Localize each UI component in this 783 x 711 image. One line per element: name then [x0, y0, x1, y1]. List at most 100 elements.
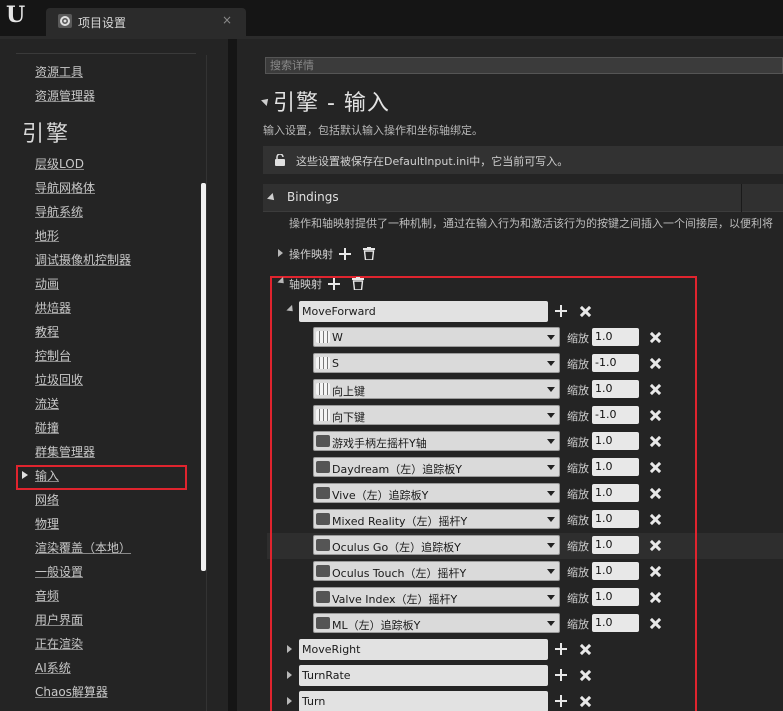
add-key-plus-icon[interactable]	[555, 305, 567, 317]
sidebar-item[interactable]: AI系统	[35, 659, 71, 676]
expand-arrow-icon[interactable]	[287, 697, 292, 705]
key-selector-dropdown[interactable]: 向上键	[313, 379, 560, 399]
scale-input[interactable]: 1.0	[592, 458, 639, 476]
remove-key-x-icon[interactable]	[650, 618, 661, 629]
key-selector-dropdown[interactable]: Mixed Reality（左）摇杆Y	[313, 509, 560, 529]
sidebar-item[interactable]: 碰撞	[35, 419, 59, 436]
key-selector-dropdown[interactable]: Valve Index（左）摇杆Y	[313, 587, 560, 607]
bindings-category-header[interactable]: Bindings	[263, 184, 783, 212]
key-selector-dropdown[interactable]: 向下键	[313, 405, 560, 425]
sidebar-item[interactable]: 烘焙器	[35, 299, 71, 316]
sidebar-item[interactable]: 教程	[35, 323, 59, 340]
pane-splitter[interactable]	[228, 39, 237, 711]
key-selector-dropdown[interactable]: Oculus Go（左）追踪板Y	[313, 535, 560, 555]
add-key-plus-icon[interactable]	[555, 669, 567, 681]
sidebar-scrollbar[interactable]	[201, 183, 206, 571]
key-selector-dropdown[interactable]: S	[313, 353, 560, 373]
sidebar-item[interactable]: 导航系统	[35, 203, 83, 220]
add-action-mapping-plus-icon[interactable]	[339, 248, 351, 260]
sidebar-item[interactable]: 调试摄像机控制器	[35, 251, 131, 268]
remove-key-x-icon[interactable]	[650, 462, 661, 473]
key-name: Oculus Touch（左）摇杆Y	[332, 567, 467, 580]
sidebar-item[interactable]: 物理	[35, 515, 59, 532]
scale-input[interactable]: 1.0	[592, 562, 639, 580]
action-mappings-label: 操作映射	[289, 248, 333, 261]
axis-mapping-name-field[interactable]: Turn	[299, 691, 548, 711]
scale-input[interactable]: 1.0	[592, 510, 639, 528]
scale-input[interactable]: -1.0	[592, 354, 639, 372]
expand-arrow-icon[interactable]	[287, 645, 292, 653]
remove-mapping-x-icon[interactable]	[580, 670, 591, 681]
sidebar-item[interactable]: 正在渲染	[35, 635, 83, 652]
dropdown-caret-icon	[547, 621, 555, 626]
sidebar-item[interactable]: 一般设置	[35, 563, 83, 580]
remove-mapping-x-icon[interactable]	[580, 306, 591, 317]
sidebar-item[interactable]: 资源管理器	[35, 87, 95, 104]
add-key-plus-icon[interactable]	[555, 695, 567, 707]
key-name: 向上键	[332, 385, 365, 398]
keyboard-icon	[316, 409, 330, 421]
axis-mapping-name-field[interactable]: TurnRate	[299, 665, 548, 686]
remove-mapping-x-icon[interactable]	[580, 696, 591, 707]
tab-close-icon[interactable]: ×	[222, 13, 232, 27]
sidebar-item[interactable]: 导航网格体	[35, 179, 95, 196]
sidebar-item[interactable]: 控制台	[35, 347, 71, 364]
gamepad-icon	[316, 435, 330, 447]
search-details-input[interactable]: 搜索详情	[265, 57, 783, 74]
remove-key-x-icon[interactable]	[650, 358, 661, 369]
remove-key-x-icon[interactable]	[650, 488, 661, 499]
key-selector-dropdown[interactable]: Vive（左）追踪板Y	[313, 483, 560, 503]
scale-input[interactable]: -1.0	[592, 406, 639, 424]
remove-key-x-icon[interactable]	[650, 514, 661, 525]
sidebar-item[interactable]: 层级LOD	[35, 155, 84, 172]
remove-key-x-icon[interactable]	[650, 566, 661, 577]
key-selector-dropdown[interactable]: Daydream（左）追踪板Y	[313, 457, 560, 477]
delete-all-trash-icon[interactable]	[363, 247, 375, 260]
remove-key-x-icon[interactable]	[650, 540, 661, 551]
sidebar-item[interactable]: 用户界面	[35, 611, 83, 628]
axis-mapping-name-field[interactable]: MoveRight	[299, 639, 548, 660]
sidebar-item[interactable]: 网络	[35, 491, 59, 508]
tab-project-settings[interactable]: 项目设置 ×	[46, 8, 246, 36]
sidebar-item[interactable]: 流送	[35, 395, 59, 412]
scale-input[interactable]: 1.0	[592, 588, 639, 606]
collapse-arrow-icon[interactable]	[261, 96, 271, 106]
expand-arrow-icon[interactable]	[287, 671, 292, 679]
scale-input[interactable]: 1.0	[592, 380, 639, 398]
scale-input[interactable]: 1.0	[592, 614, 639, 632]
sidebar-divider	[206, 55, 207, 711]
key-selector-dropdown[interactable]: ML（左）追踪板Y	[313, 613, 560, 633]
remove-key-x-icon[interactable]	[650, 436, 661, 447]
scale-input[interactable]: 1.0	[592, 432, 639, 450]
add-axis-mapping-plus-icon[interactable]	[328, 278, 340, 290]
settings-sidebar: 资源工具 资源管理器 引擎 层级LOD 导航网格体 导航系统 地形 调试摄像机控…	[0, 39, 228, 711]
dropdown-caret-icon	[547, 335, 555, 340]
dropdown-caret-icon	[547, 543, 555, 548]
add-key-plus-icon[interactable]	[555, 643, 567, 655]
remove-key-x-icon[interactable]	[650, 332, 661, 343]
scale-input[interactable]: 1.0	[592, 328, 639, 346]
sidebar-item[interactable]: 地形	[35, 227, 59, 244]
sidebar-item[interactable]: 渲染覆盖（本地）	[35, 539, 131, 556]
remove-mapping-x-icon[interactable]	[580, 644, 591, 655]
details-pane: 搜索详情 引擎 - 输入 输入设置，包括默认输入操作和坐标轴绑定。 这些设置被保…	[237, 39, 783, 711]
sidebar-item[interactable]: 动画	[35, 275, 59, 292]
scale-input[interactable]: 1.0	[592, 484, 639, 502]
key-selector-dropdown[interactable]: 游戏手柄左摇杆Y轴	[313, 431, 560, 451]
remove-key-x-icon[interactable]	[650, 384, 661, 395]
expand-arrow-icon[interactable]	[278, 249, 283, 257]
key-name: Oculus Go（左）追踪板Y	[332, 541, 461, 554]
gamepad-icon	[316, 513, 330, 525]
delete-all-trash-icon[interactable]	[352, 277, 364, 290]
axis-mapping-name-field[interactable]: MoveForward	[299, 301, 548, 322]
sidebar-item[interactable]: 音频	[35, 587, 59, 604]
sidebar-item[interactable]: 垃圾回收	[35, 371, 83, 388]
key-selector-dropdown[interactable]: Oculus Touch（左）摇杆Y	[313, 561, 560, 581]
scale-input[interactable]: 1.0	[592, 536, 639, 554]
remove-key-x-icon[interactable]	[650, 410, 661, 421]
sidebar-item[interactable]: Chaos解算器	[35, 683, 108, 700]
sidebar-item[interactable]: 群集管理器	[35, 443, 95, 460]
remove-key-x-icon[interactable]	[650, 592, 661, 603]
sidebar-item[interactable]: 资源工具	[35, 63, 83, 80]
key-selector-dropdown[interactable]: W	[313, 327, 560, 347]
